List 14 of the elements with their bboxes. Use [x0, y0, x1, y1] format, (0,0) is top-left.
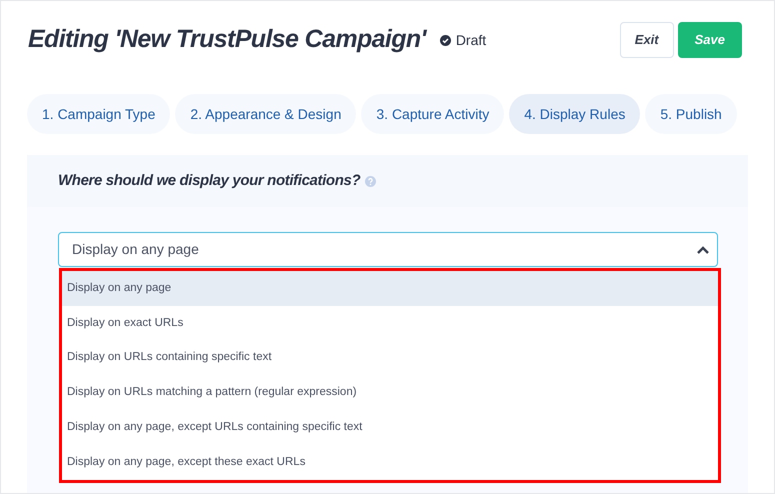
page-title: Editing 'New TrustPulse Campaign' — [28, 24, 426, 56]
display-select[interactable]: Display on any page — [58, 232, 718, 267]
caret-icon — [697, 246, 709, 254]
exit-button[interactable]: Exit — [620, 22, 674, 58]
section-question: Where should we display your notifications? — [58, 170, 360, 191]
step-tab[interactable]: 2. Appearance & Design — [175, 94, 356, 134]
help-icon — [365, 176, 376, 186]
step-tab[interactable]: 1. Campaign Type — [27, 94, 170, 134]
dropdown-option[interactable]: Display on any page — [62, 271, 718, 306]
step-tab[interactable]: 3. Capture Activity — [361, 94, 504, 134]
check-circle-icon — [440, 34, 451, 46]
status-label: Draft — [456, 30, 486, 50]
step-tab[interactable]: 4. Display Rules — [509, 94, 640, 134]
step-tab[interactable]: 5. Publish — [645, 94, 737, 134]
